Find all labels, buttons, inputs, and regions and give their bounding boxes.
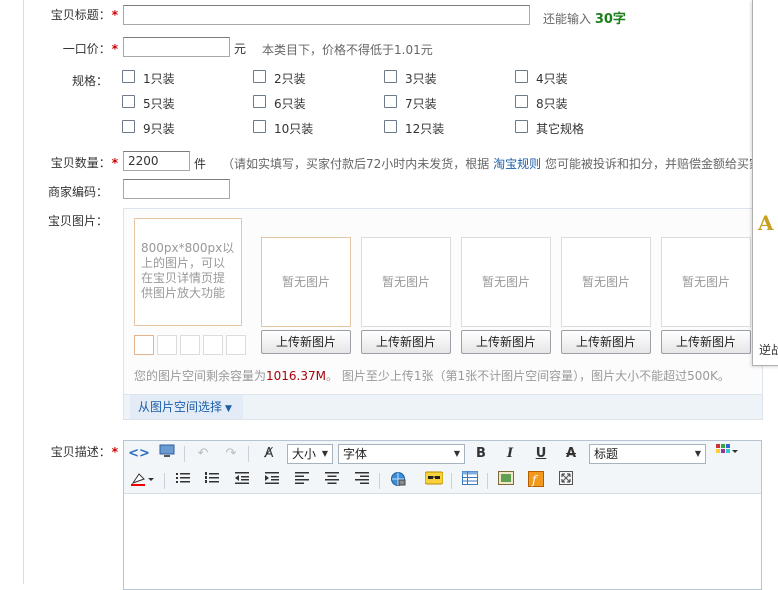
underline-icon[interactable]: U [530, 444, 552, 464]
insert-link-icon[interactable] [387, 471, 409, 491]
taobao-rules-link[interactable]: 淘宝规则 [493, 157, 541, 171]
photo-thumb-2[interactable] [157, 335, 177, 355]
toolbar-separator [379, 473, 380, 489]
numbered-list-icon[interactable] [201, 471, 223, 491]
font-size-dropdown[interactable]: 大小 ▼ [287, 444, 333, 464]
toolbar-separator [164, 473, 165, 489]
spec-checkbox-8[interactable] [515, 95, 528, 108]
photo-thumb-1[interactable] [134, 335, 154, 355]
italic-icon[interactable]: I [499, 444, 521, 464]
spec-checkbox-3[interactable] [384, 70, 397, 83]
align-center-icon[interactable] [321, 471, 343, 491]
spec-checkbox-1[interactable] [122, 70, 135, 83]
spec-checkbox-5[interactable] [122, 95, 135, 108]
upload-photo-button-1[interactable]: 上传新图片 [261, 330, 351, 354]
quantity-unit: 件 [194, 157, 207, 171]
clear-format-icon[interactable]: A̸ [258, 444, 280, 464]
spec-option-label: 其它规格 [536, 122, 585, 136]
photo-slot-3[interactable]: 暂无图片 [461, 237, 551, 327]
spec-option-label: 4只装 [536, 72, 568, 86]
undo-icon[interactable]: ↶ [192, 444, 214, 464]
toolbar-separator [451, 473, 452, 489]
spec-option-label: 9只装 [143, 122, 175, 136]
heading-dropdown[interactable]: 标题 ▼ [589, 444, 706, 464]
merchant-code-input[interactable] [123, 179, 230, 199]
photo-thumb-3[interactable] [180, 335, 200, 355]
spec-checkbox-4[interactable] [515, 70, 528, 83]
photo-thumb-5[interactable] [226, 335, 246, 355]
spec-option-label: 1只装 [143, 72, 175, 86]
outdent-icon[interactable] [231, 471, 253, 491]
spec-option-label: 5只装 [143, 97, 175, 111]
align-left-icon[interactable] [291, 471, 313, 491]
spec-option-label: 6只装 [274, 97, 306, 111]
merchant-code-label: 商家编码： [47, 185, 108, 199]
font-family-dropdown[interactable]: 字体 ▼ [338, 444, 465, 464]
source-code-icon[interactable]: <> [128, 444, 150, 464]
description-label: 宝贝描述：* [50, 445, 118, 459]
insert-image-icon[interactable] [495, 471, 517, 491]
spec-option-label: 2只装 [274, 72, 306, 86]
spec-label: 规格： [71, 74, 108, 88]
upload-photo-button-5[interactable]: 上传新图片 [661, 330, 751, 354]
spec-checkbox-7[interactable] [384, 95, 397, 108]
highlight-color-icon[interactable] [128, 471, 158, 491]
quantity-hint: （请如实填写，买家付款后72小时内未发货，根据 淘宝规则 您可能被投诉和扣分，并… [222, 157, 761, 171]
spec-option-label: 10只装 [274, 122, 314, 136]
photo-thumb-4[interactable] [203, 335, 223, 355]
spec-option-label: 7只装 [405, 97, 437, 111]
side-panel-text[interactable]: 逆战 [759, 341, 778, 358]
photo-space-note: 您的图片空间剩余容量为1016.37M。 图片至少上传1张（第1张不计图片空间容… [134, 369, 730, 383]
chevron-down-icon: ▼ [694, 449, 701, 458]
spec-checkbox-9[interactable] [122, 120, 135, 133]
color-grid-icon[interactable] [713, 444, 741, 464]
toolbar-separator [248, 446, 249, 462]
chevron-down-icon: ▼ [453, 449, 460, 458]
spec-checkbox-2[interactable] [253, 70, 266, 83]
spec-option-label: 12只装 [405, 122, 445, 136]
align-right-icon[interactable] [351, 471, 373, 491]
insert-flash-icon[interactable]: f [525, 471, 547, 491]
side-panel-letter: A [758, 211, 774, 235]
toolbar-separator [184, 446, 185, 462]
preview-icon[interactable] [156, 444, 178, 464]
photo-slot-2[interactable]: 暂无图片 [361, 237, 451, 327]
bold-icon[interactable]: B [470, 444, 492, 464]
photo-slot-1[interactable]: 暂无图片 [261, 237, 351, 327]
price-hint: 本类目下，价格不得低于1.01元 [262, 43, 433, 57]
title-remaining-hint: 还能输入 30字 [543, 12, 626, 27]
quantity-label: 宝贝数量：* [50, 156, 118, 170]
photos-label: 宝贝图片： [47, 214, 108, 228]
spec-option-label: 3只装 [405, 72, 437, 86]
upload-photo-button-3[interactable]: 上传新图片 [461, 330, 551, 354]
title-input[interactable] [123, 5, 530, 25]
choose-from-space-button[interactable]: 从图片空间选择 ▼ [130, 395, 243, 419]
spec-option-label: 8只装 [536, 97, 568, 111]
chevron-down-icon: ▼ [321, 449, 328, 458]
side-panel [752, 0, 778, 366]
quantity-input[interactable] [123, 151, 190, 171]
main-photo-placeholder[interactable]: 800px*800px以上的图片，可以在宝贝详情页提供图片放大功能 [134, 218, 242, 326]
photo-slot-5[interactable]: 暂无图片 [661, 237, 751, 327]
insert-emoticon-icon[interactable] [423, 471, 445, 491]
spec-checkbox-6[interactable] [253, 95, 266, 108]
dropdown-arrow-icon: ▼ [225, 404, 232, 414]
fullscreen-icon[interactable] [555, 471, 577, 491]
photo-slot-4[interactable]: 暂无图片 [561, 237, 651, 327]
redo-icon[interactable]: ↷ [220, 444, 242, 464]
title-label: 宝贝标题：* [50, 8, 118, 22]
price-unit: 元 [234, 42, 247, 56]
toolbar-separator [487, 473, 488, 489]
upload-photo-button-4[interactable]: 上传新图片 [561, 330, 651, 354]
strikethrough-icon[interactable]: A [560, 444, 582, 464]
price-input[interactable] [123, 37, 230, 57]
indent-icon[interactable] [261, 471, 283, 491]
bullet-list-icon[interactable] [172, 471, 194, 491]
spec-checkbox-12[interactable] [384, 120, 397, 133]
price-label: 一口价：* [62, 42, 118, 56]
insert-table-icon[interactable] [459, 471, 481, 491]
upload-photo-button-2[interactable]: 上传新图片 [361, 330, 451, 354]
spec-checkbox-10[interactable] [253, 120, 266, 133]
spec-checkbox-other[interactable] [515, 120, 528, 133]
